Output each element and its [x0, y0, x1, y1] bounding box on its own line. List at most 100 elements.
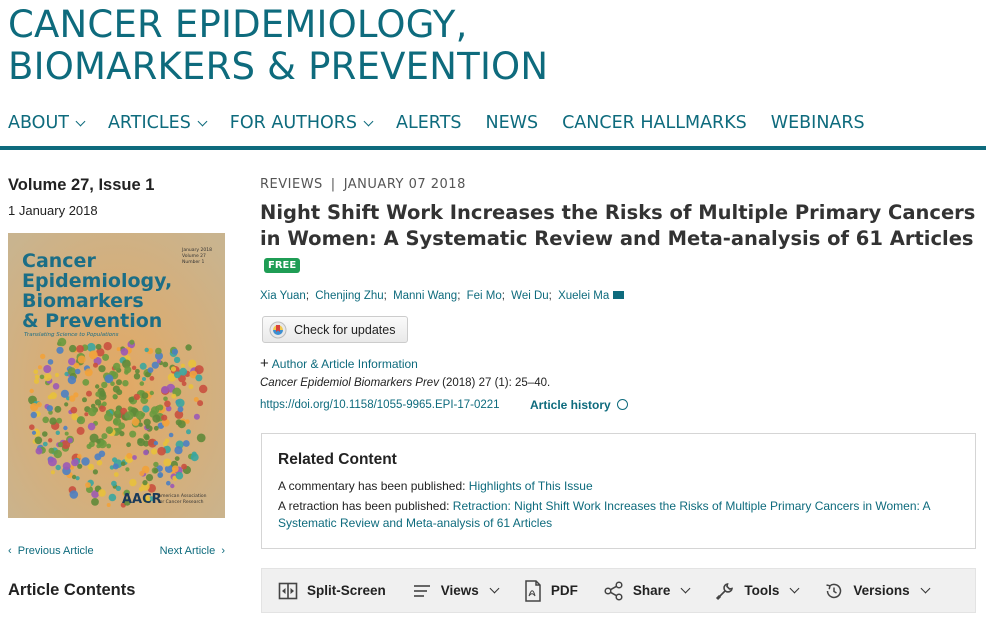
nav-about[interactable]: ABOUT	[8, 110, 86, 136]
cover-dot	[69, 490, 79, 499]
cover-dot	[144, 434, 150, 441]
views-dropdown[interactable]: Views	[412, 583, 500, 599]
cover-dot	[57, 442, 64, 448]
cover-dot	[56, 417, 63, 424]
cover-dot	[94, 399, 102, 406]
cover-dot	[47, 394, 53, 400]
share-icon	[604, 580, 623, 601]
cover-dot	[132, 455, 137, 460]
cover-dot	[126, 452, 133, 459]
cover-dot	[112, 457, 118, 463]
nav-articles[interactable]: ARTICLES	[108, 110, 208, 136]
cover-dot	[31, 430, 37, 435]
cover-dot	[152, 414, 161, 423]
journal-title-line2: BIOMARKERS & PREVENTION	[8, 45, 549, 88]
author-link[interactable]: Fei Mo	[467, 290, 502, 302]
nav-news[interactable]: NEWS	[486, 110, 539, 136]
check-for-updates-button[interactable]: Check for updates	[262, 316, 408, 343]
cover-dot	[111, 480, 117, 487]
cover-dot	[43, 365, 52, 373]
related-retraction: A retraction has been published: Retract…	[278, 498, 958, 532]
cover-dot	[174, 446, 183, 455]
author-link[interactable]: Wei Du	[511, 290, 549, 302]
nav-cancer-hallmarks-label: CANCER HALLMARKS	[562, 113, 747, 133]
cover-dot	[139, 470, 145, 476]
cover-dot	[86, 443, 92, 449]
previous-article-label: Previous Article	[17, 545, 94, 557]
cover-dot	[76, 426, 85, 435]
journal-cover-image[interactable]: Cancer Epidemiology, Biomarkers & Preven…	[8, 233, 225, 518]
pdf-button[interactable]: PDF	[524, 579, 578, 602]
cover-dot	[119, 431, 125, 437]
cover-dot	[185, 344, 192, 351]
cover-dot	[129, 339, 135, 345]
previous-article-link[interactable]: ‹ Previous Article	[8, 545, 94, 557]
cover-dot	[113, 472, 119, 477]
cover-dot	[157, 446, 166, 456]
author-link[interactable]: Xia Yuan	[260, 290, 306, 302]
cover-dot	[54, 405, 62, 413]
cover-dot	[116, 379, 122, 386]
cover-dot	[29, 388, 34, 394]
cover-dot	[153, 468, 159, 474]
cover-dot	[112, 362, 121, 371]
author-link[interactable]: Manni Wang	[393, 290, 457, 302]
cover-dot	[73, 362, 80, 369]
cover-dot	[185, 419, 190, 424]
cover-dot	[151, 448, 158, 455]
cover-dot	[173, 356, 181, 364]
nav-for-authors[interactable]: FOR AUTHORS	[230, 110, 374, 136]
cover-dot	[82, 397, 87, 403]
cover-title-line3: Biomarkers	[22, 290, 144, 312]
wrench-icon	[716, 582, 734, 600]
cover-dot	[186, 429, 191, 435]
cover-dot	[29, 424, 35, 430]
cover-dot	[50, 470, 55, 475]
cover-dot	[104, 412, 114, 422]
cover-dot	[163, 396, 168, 402]
retraction-prefix: A retraction has been published:	[278, 499, 453, 513]
author-link[interactable]: Xuelei Ma	[558, 290, 609, 302]
article-citation: Cancer Epidemiol Biomarkers Prev (2018) …	[260, 377, 550, 389]
author-article-info-label: Author & Article Information	[271, 357, 418, 371]
cover-dot	[199, 384, 208, 394]
cover-dot	[98, 365, 106, 373]
cover-dot	[88, 350, 98, 360]
nav-alerts[interactable]: ALERTS	[396, 110, 461, 136]
article-history-link[interactable]: Article history	[530, 398, 628, 412]
cover-dot	[193, 413, 200, 420]
tools-dropdown[interactable]: Tools	[715, 581, 800, 601]
cover-dot	[69, 344, 77, 353]
cover-dot	[38, 365, 42, 370]
cover-issue-line2: Volume 27	[182, 253, 206, 259]
email-icon[interactable]	[613, 291, 625, 299]
cover-publisher-line1: American Association	[158, 493, 207, 499]
article-toolbar: Split-Screen Views PDF Share Tools Versi…	[261, 568, 976, 613]
author-article-info-toggle[interactable]: + Author & Article Information	[260, 355, 418, 372]
chevron-down-icon	[75, 116, 86, 126]
versions-history-icon	[826, 583, 842, 598]
cover-dot	[34, 436, 43, 445]
doi-link[interactable]: https://doi.org/10.1158/1055-9965.EPI-17…	[260, 399, 500, 411]
versions-dropdown[interactable]: Versions	[824, 581, 931, 601]
commentary-link[interactable]: Highlights of This Issue	[469, 479, 593, 493]
cover-dot	[156, 359, 161, 364]
next-article-link[interactable]: Next Article ›	[160, 545, 225, 557]
cover-dot	[48, 438, 53, 443]
share-dropdown[interactable]: Share	[604, 580, 691, 601]
split-screen-button[interactable]: Split-Screen	[278, 581, 386, 601]
journal-title[interactable]: CANCER EPIDEMIOLOGY, BIOMARKERS & PREVEN…	[8, 4, 548, 88]
cover-dot	[90, 403, 96, 409]
nav-webinars[interactable]: WEBINARS	[771, 110, 865, 136]
issue-volume[interactable]: Volume 27, Issue 1	[8, 176, 154, 195]
author-link[interactable]: Chenjing Zhu	[315, 290, 383, 302]
cover-dot	[188, 384, 194, 390]
cover-dot	[105, 426, 114, 434]
nav-about-label: ABOUT	[8, 113, 69, 133]
cover-dot	[182, 440, 190, 447]
cover-dot	[120, 461, 126, 466]
cover-dot	[170, 483, 175, 489]
chevron-down-icon	[680, 583, 691, 594]
cover-dot	[116, 347, 121, 352]
nav-cancer-hallmarks[interactable]: CANCER HALLMARKS	[562, 110, 747, 136]
